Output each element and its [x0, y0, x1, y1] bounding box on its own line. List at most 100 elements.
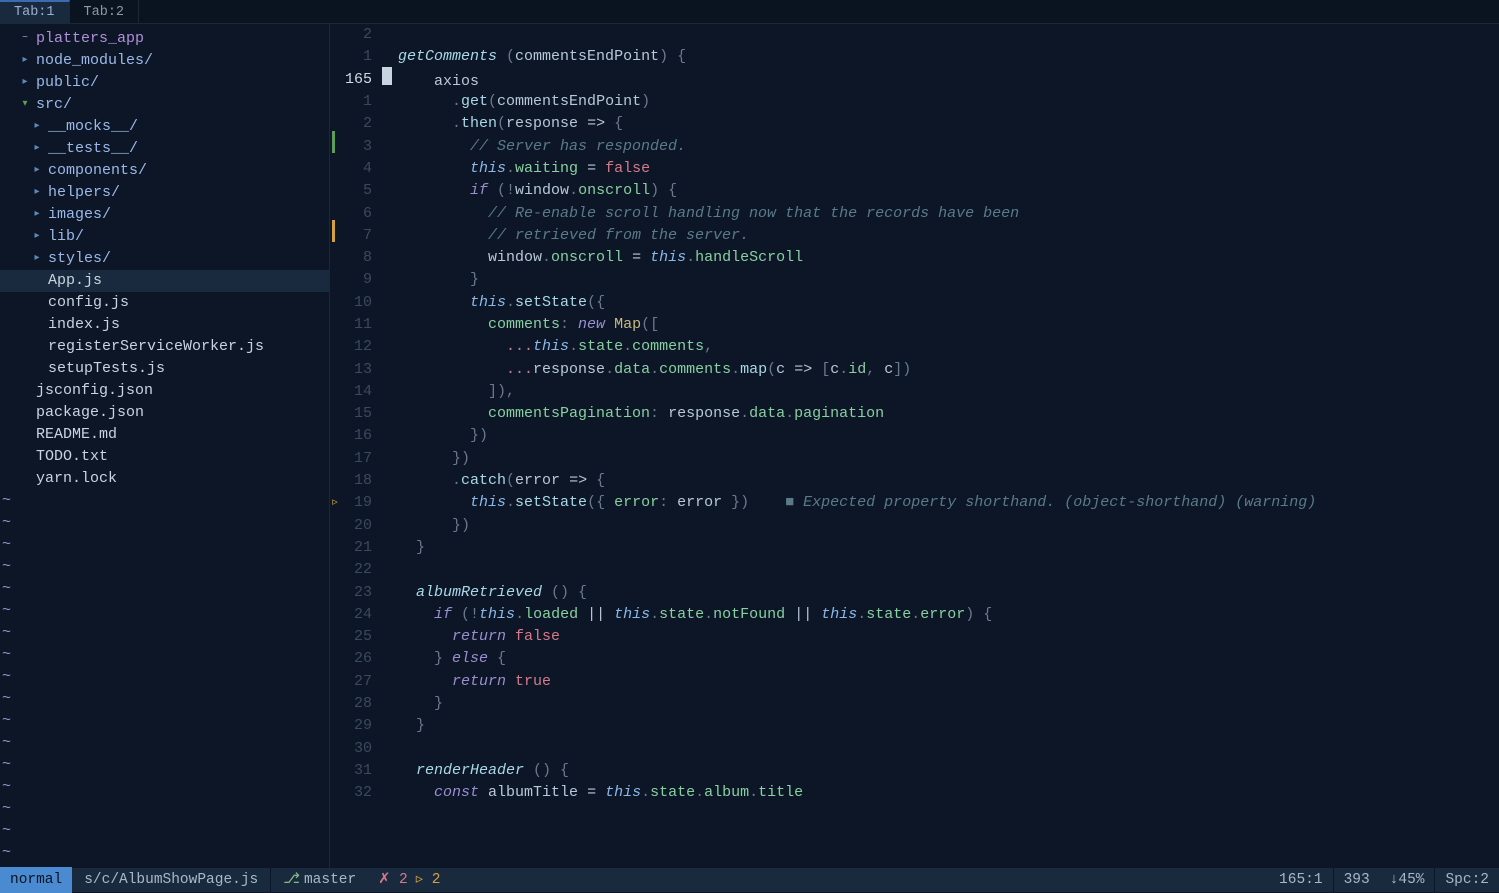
code-line[interactable]: 3 // Server has responded. [330, 135, 1499, 157]
tree-item-package-json[interactable]: package.json [0, 402, 329, 424]
main-area: ~platters_app▸node_modules/▸public/▾src/… [0, 24, 1499, 868]
code-line[interactable]: 7 // retrieved from the server. [330, 225, 1499, 247]
tree-label: public/ [36, 72, 99, 94]
tree-item-helpers-[interactable]: ▸helpers/ [0, 182, 329, 204]
code-line[interactable]: 16 }) [330, 425, 1499, 447]
code-line[interactable]: 12 ...this.state.comments, [330, 336, 1499, 358]
tree-item-lib-[interactable]: ▸lib/ [0, 226, 329, 248]
folder-closed-icon: ▸ [30, 160, 44, 182]
editor[interactable]: 21getComments (commentsEndPoint) {165 ax… [330, 24, 1499, 868]
line-number: 12 [340, 336, 382, 358]
tree-item-components-[interactable]: ▸components/ [0, 160, 329, 182]
code-line[interactable]: 29 } [330, 715, 1499, 737]
code-content: getComments (commentsEndPoint) { [382, 46, 686, 68]
tree-label: __mocks__/ [48, 116, 138, 138]
tab-bar: Tab:1 Tab:2 [0, 0, 1499, 24]
cursor [382, 67, 392, 85]
tree-label: lib/ [48, 226, 84, 248]
code-line[interactable]: 9 } [330, 269, 1499, 291]
code-line[interactable]: 14 ]), [330, 381, 1499, 403]
tree-label: registerServiceWorker.js [48, 336, 264, 358]
code-line[interactable]: 13 ...response.data.comments.map(c => [c… [330, 358, 1499, 380]
code-line[interactable]: 5 if (!window.onscroll) { [330, 180, 1499, 202]
code-line[interactable]: 2 [330, 24, 1499, 46]
code-line[interactable]: 4 this.waiting = false [330, 158, 1499, 180]
sign-column [330, 220, 340, 251]
line-number: 14 [340, 381, 382, 403]
tree-item-public-[interactable]: ▸public/ [0, 72, 329, 94]
code-line[interactable]: 15 commentsPagination: response.data.pag… [330, 403, 1499, 425]
cursor-position: 165:1 [1269, 869, 1333, 891]
empty-line-marker: ~ [0, 710, 329, 732]
empty-line-marker: ~ [0, 556, 329, 578]
tree-item-app-js[interactable]: App.js [0, 270, 329, 292]
code-line[interactable]: 28 } [330, 693, 1499, 715]
code-line[interactable]: 30 [330, 738, 1499, 760]
code-line[interactable]: 25 return false [330, 626, 1499, 648]
tree-item---mocks---[interactable]: ▸__mocks__/ [0, 116, 329, 138]
code-line[interactable]: ▹19 this.setState({ error: error }) ■ Ex… [330, 492, 1499, 514]
empty-line-marker: ~ [0, 534, 329, 556]
tree-item-node-modules-[interactable]: ▸node_modules/ [0, 50, 329, 72]
tree-item---tests---[interactable]: ▸__tests__/ [0, 138, 329, 160]
code-line[interactable]: 17 }) [330, 448, 1499, 470]
code-line[interactable]: 1 .get(commentsEndPoint) [330, 91, 1499, 113]
line-number: 7 [340, 225, 382, 247]
code-line[interactable]: 22 [330, 559, 1499, 581]
code-content: ]), [382, 381, 515, 403]
code-line[interactable]: 26 } else { [330, 648, 1499, 670]
tree-item-config-js[interactable]: config.js [0, 292, 329, 314]
code-line[interactable]: 27 return true [330, 671, 1499, 693]
empty-line-marker: ~ [0, 644, 329, 666]
line-number: 13 [340, 359, 382, 381]
line-number: 1 [340, 91, 382, 113]
code-line[interactable]: 24 if (!this.loaded || this.state.notFou… [330, 604, 1499, 626]
line-number: 21 [340, 537, 382, 559]
code-line[interactable]: 21 } [330, 537, 1499, 559]
line-number: 29 [340, 715, 382, 737]
line-number: 20 [340, 515, 382, 537]
line-number: 28 [340, 693, 382, 715]
code-line[interactable]: 18 .catch(error => { [330, 470, 1499, 492]
tree-item-images-[interactable]: ▸images/ [0, 204, 329, 226]
code-line[interactable]: 31 renderHeader () { [330, 760, 1499, 782]
line-number: 22 [340, 559, 382, 581]
tree-item-platters-app[interactable]: ~platters_app [0, 28, 329, 50]
code-line[interactable]: 23 albumRetrieved () { [330, 581, 1499, 603]
line-number: 6 [340, 203, 382, 225]
tree-item-index-js[interactable]: index.js [0, 314, 329, 336]
code-line[interactable]: 1getComments (commentsEndPoint) { [330, 46, 1499, 68]
folder-closed-icon: ▸ [30, 138, 44, 160]
tree-item-todo-txt[interactable]: TODO.txt [0, 446, 329, 468]
code-line[interactable]: 20 }) [330, 515, 1499, 537]
tab-2[interactable]: Tab:2 [70, 0, 140, 23]
tree-label: jsconfig.json [36, 380, 153, 402]
code-line[interactable]: 11 comments: new Map([ [330, 314, 1499, 336]
tree-item-setuptests-js[interactable]: setupTests.js [0, 358, 329, 380]
code-content: ...response.data.comments.map(c => [c.id… [382, 359, 911, 381]
tree-item-styles-[interactable]: ▸styles/ [0, 248, 329, 270]
code-content: this.waiting = false [382, 158, 650, 180]
code-content [382, 559, 398, 581]
code-line[interactable]: 6 // Re-enable scroll handling now that … [330, 202, 1499, 224]
tree-item-jsconfig-json[interactable]: jsconfig.json [0, 380, 329, 402]
code-line[interactable]: 2 .then(response => { [330, 113, 1499, 135]
code-line[interactable]: 165 axios [330, 69, 1499, 91]
tree-item-registerserviceworker-js[interactable]: registerServiceWorker.js [0, 336, 329, 358]
tree-item-src-[interactable]: ▾src/ [0, 94, 329, 116]
code-line[interactable]: 10 this.setState({ [330, 292, 1499, 314]
tree-label: helpers/ [48, 182, 120, 204]
line-number: 2 [340, 24, 382, 46]
line-number: 16 [340, 425, 382, 447]
tab-1[interactable]: Tab:1 [0, 0, 70, 23]
empty-line-marker: ~ [0, 842, 329, 864]
tree-item-yarn-lock[interactable]: yarn.lock [0, 468, 329, 490]
file-path: s/c/AlbumShowPage.js [72, 869, 270, 891]
tree-item-readme-md[interactable]: README.md [0, 424, 329, 446]
code-line[interactable]: 8 window.onscroll = this.handleScroll [330, 247, 1499, 269]
code-content: this.setState({ [382, 292, 605, 314]
diagnostics-summary: ✗ 2 ▹ 2 [368, 869, 450, 891]
code-content [382, 738, 398, 760]
code-content: // Server has responded. [382, 136, 686, 158]
code-line[interactable]: 32 const albumTitle = this.state.album.t… [330, 782, 1499, 804]
